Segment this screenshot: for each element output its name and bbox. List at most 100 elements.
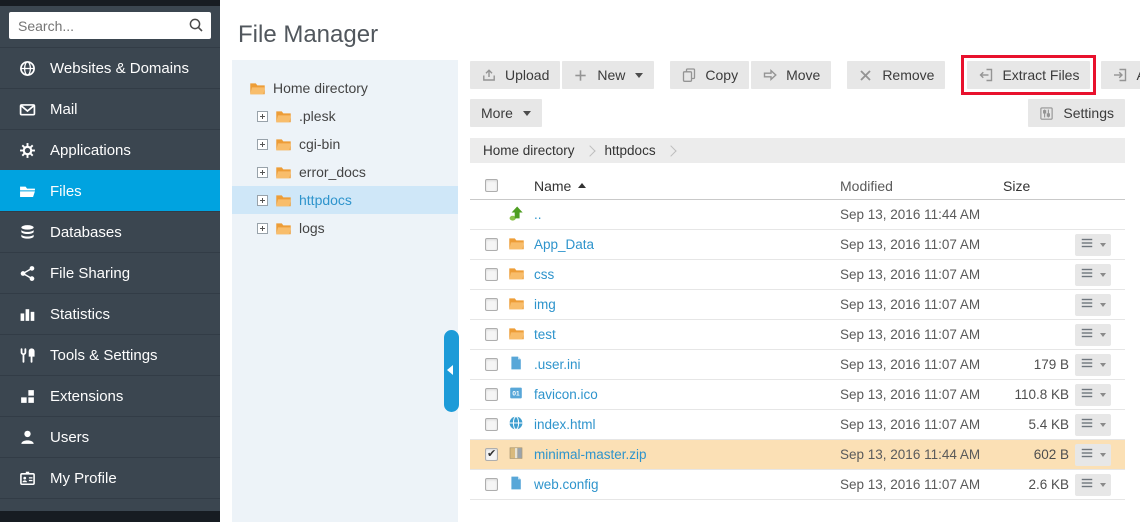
row-checkbox[interactable] [485,358,498,371]
table-row[interactable]: imgSep 13, 2016 11:07 AM [470,290,1125,320]
id-card-icon [19,470,36,487]
tree-collapse-handle[interactable] [444,330,459,412]
more-button[interactable]: More [470,99,542,127]
expand-toggle-icon[interactable] [257,139,268,150]
file-name-link[interactable]: .user.ini [534,357,581,372]
table-row[interactable]: minimal-master.zipSep 13, 2016 11:44 AM6… [470,440,1125,470]
upload-button[interactable]: Upload [470,61,560,89]
sidebar-item-file-sharing[interactable]: File Sharing [0,252,220,293]
remove-button[interactable]: Remove [847,61,945,89]
search-input[interactable] [9,12,211,39]
expand-toggle-icon[interactable] [257,111,268,122]
row-name-cell: img [534,297,840,312]
expand-toggle-icon[interactable] [257,223,268,234]
sidebar-item-my-profile[interactable]: My Profile [0,457,220,498]
row-checkbox[interactable] [485,448,498,461]
breadcrumb-item[interactable]: httpdocs [605,143,656,158]
sidebar-item-databases[interactable]: Databases [0,211,220,252]
sidebar-item-websites-domains[interactable]: Websites & Domains [0,47,220,88]
sidebar-item-users[interactable]: Users [0,416,220,457]
table-row[interactable]: index.htmlSep 13, 2016 11:07 AM5.4 KB [470,410,1125,440]
row-menu-button[interactable] [1075,384,1111,406]
row-menu-button[interactable] [1075,474,1111,496]
tree-item-label: Home directory [273,80,368,96]
tree-item--plesk[interactable]: .plesk [232,102,458,130]
row-name-cell: web.config [534,477,840,492]
row-icon-cell: 01 [508,385,534,404]
row-checkbox[interactable] [485,268,498,281]
row-checkbox[interactable] [485,418,498,431]
file-name-link[interactable]: minimal-master.zip [534,447,647,462]
row-checkbox[interactable] [485,478,498,491]
sidebar-item-statistics[interactable]: Statistics [0,293,220,334]
row-menu-button[interactable] [1075,444,1111,466]
folder-icon [508,295,525,315]
chevron-down-icon [1100,423,1106,427]
tree-item-error-docs[interactable]: error_docs [232,158,458,186]
table-row[interactable]: web.configSep 13, 2016 11:07 AM2.6 KB [470,470,1125,500]
file-name-link[interactable]: css [534,267,554,282]
table-row[interactable]: 01favicon.icoSep 13, 2016 11:07 AM110.8 … [470,380,1125,410]
table-row[interactable]: testSep 13, 2016 11:07 AM [470,320,1125,350]
table-row[interactable]: .user.iniSep 13, 2016 11:07 AM179 B [470,350,1125,380]
tree-item-logs[interactable]: logs [232,214,458,242]
breadcrumb-item[interactable]: Home directory [483,143,575,158]
row-menu-button[interactable] [1075,294,1111,316]
search-icon[interactable] [188,17,204,33]
table-row[interactable]: ..Sep 13, 2016 11:44 AM [470,200,1125,230]
row-icon-cell [508,415,534,434]
file-name-link[interactable]: favicon.ico [534,387,598,402]
folder-icon [275,220,292,237]
add-to-archive-button[interactable]: Add to Archive [1101,61,1140,89]
extract-files-button[interactable]: Extract Files [967,61,1090,89]
expand-toggle-icon[interactable] [257,167,268,178]
move-button[interactable]: Move [751,61,831,89]
row-checkbox[interactable] [485,298,498,311]
sidebar-item-files[interactable]: Files [0,170,220,211]
row-menu-button[interactable] [1075,354,1111,376]
row-actions-cell [1069,414,1125,436]
copy-button[interactable]: Copy [670,61,749,89]
table-row[interactable]: cssSep 13, 2016 11:07 AM [470,260,1125,290]
select-all-checkbox[interactable] [485,179,498,192]
file-name-link[interactable]: index.html [534,417,596,432]
column-header-modified[interactable]: Modified [840,178,1003,194]
file-name-link[interactable]: test [534,327,556,342]
row-menu-button[interactable] [1075,234,1111,256]
tree-item-root[interactable]: Home directory [232,74,458,102]
tree-item-cgi-bin[interactable]: cgi-bin [232,130,458,158]
file-name-link[interactable]: App_Data [534,237,594,252]
row-modified-cell: Sep 13, 2016 11:07 AM [840,357,1003,372]
button-label: Upload [505,67,549,83]
sidebar-item-tools-settings[interactable]: Tools & Settings [0,334,220,375]
row-icon-cell [508,445,534,464]
toolbar-button-group: Remove [847,61,945,89]
row-menu-button[interactable] [1075,264,1111,286]
button-label: New [597,67,625,83]
bar-chart-icon [19,306,36,323]
row-checkbox[interactable] [485,388,498,401]
expand-toggle-icon[interactable] [257,195,268,206]
tree-item-httpdocs[interactable]: httpdocs [232,186,458,214]
plus-icon [573,67,589,83]
tree-item-label: cgi-bin [299,136,340,152]
column-header-name[interactable]: Name [534,178,840,194]
settings-button[interactable]: Settings [1028,99,1125,127]
row-checkbox-cell [470,388,508,401]
sidebar-item-mail[interactable]: Mail [0,88,220,129]
row-modified-cell: Sep 13, 2016 11:07 AM [840,387,1003,402]
sidebar-item-applications[interactable]: Applications [0,129,220,170]
sidebar-item-extensions[interactable]: Extensions [0,375,220,416]
file-name-link[interactable]: web.config [534,477,599,492]
table-row[interactable]: App_DataSep 13, 2016 11:07 AM [470,230,1125,260]
row-checkbox[interactable] [485,238,498,251]
tree-item-label: httpdocs [299,192,352,208]
column-header-size[interactable]: Size [1003,178,1069,194]
row-menu-button[interactable] [1075,324,1111,346]
file-name-link[interactable]: img [534,297,556,312]
sidebar-divider [0,498,220,512]
file-name-link[interactable]: .. [534,207,542,222]
new-button[interactable]: New [562,61,654,89]
row-checkbox[interactable] [485,328,498,341]
row-menu-button[interactable] [1075,414,1111,436]
